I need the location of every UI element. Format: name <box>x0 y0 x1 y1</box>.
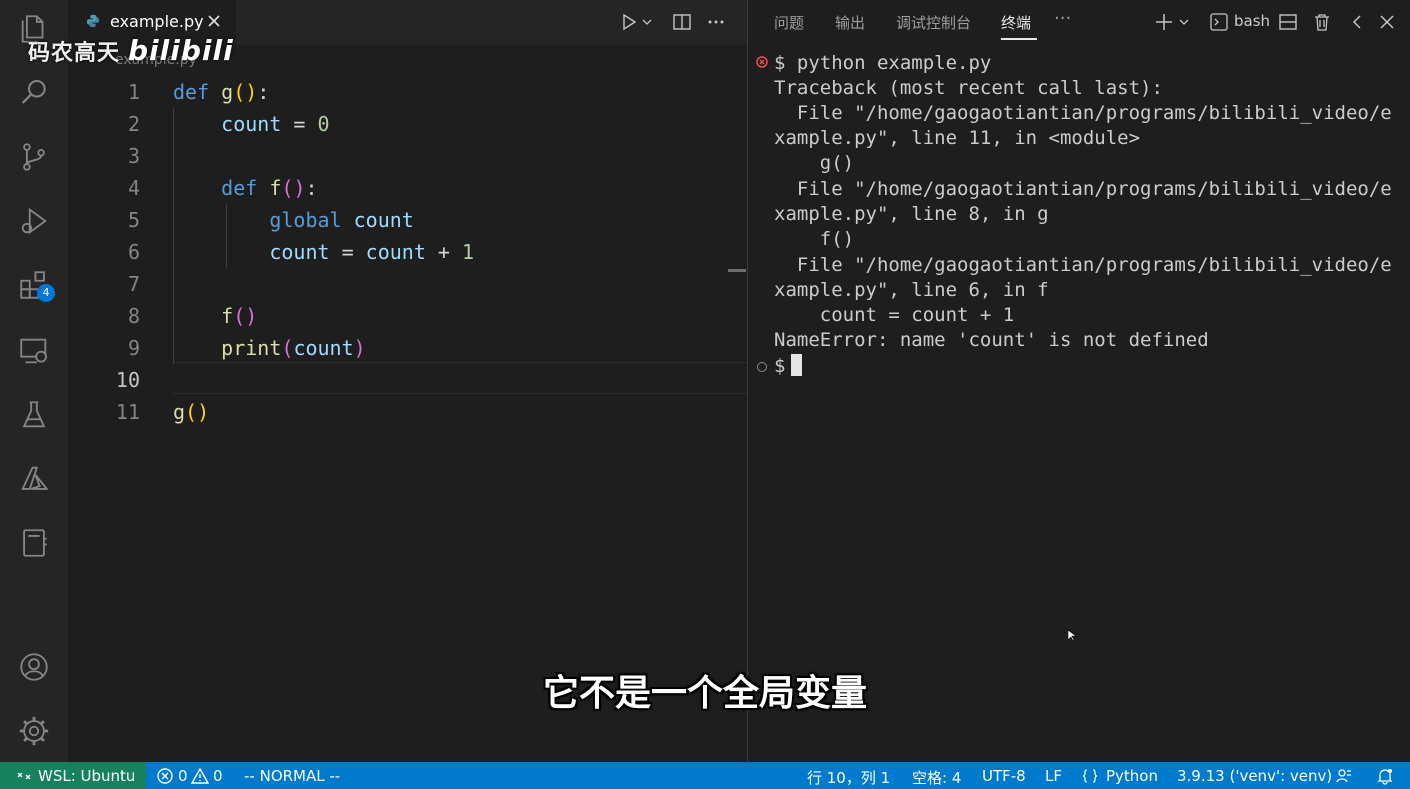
new-terminal-plus-icon[interactable] <box>1153 11 1175 33</box>
terminal-line: f() <box>774 228 855 250</box>
terminal-line: $ python example.py <box>774 52 992 74</box>
line-number: 11 <box>115 400 140 424</box>
terminal-shell-icon <box>1210 13 1228 31</box>
line-number: 1 <box>127 80 140 104</box>
more-actions-icon[interactable] <box>705 11 727 33</box>
feedback-icon[interactable] <box>1335 767 1353 785</box>
split-editor-icon[interactable] <box>671 11 693 33</box>
cursor-position[interactable]: 行 10，列 1 <box>807 767 890 788</box>
notifications-bell-icon[interactable] <box>1376 767 1394 785</box>
tab-close-icon[interactable] <box>204 11 224 31</box>
terminal-line: xample.py", line 8, in g <box>774 203 1049 225</box>
code-line-2: count = 0 <box>221 112 330 136</box>
warning-count[interactable]: 0 <box>213 767 223 785</box>
close-panel-icon[interactable] <box>1376 11 1398 33</box>
line-number: 4 <box>127 176 140 200</box>
terminal-line: xample.py", line 11, in <module> <box>774 127 1141 149</box>
terminal-line: Traceback (most recent call last): <box>774 77 1163 99</box>
terminal-line: NameError: name 'count' is not defined <box>774 329 1209 351</box>
notebook-icon[interactable] <box>17 526 51 560</box>
activity-bar: 4 <box>0 0 68 762</box>
terminal-line: File "/home/gaogaotiantian/programs/bili… <box>774 254 1392 276</box>
overview-ruler-marker <box>728 269 746 272</box>
terminal-panel: 问题 输出 调试控制台 终端 ··· bash $ python example… <box>748 0 1410 762</box>
line-number: 5 <box>127 208 140 232</box>
tab-problems[interactable]: 问题 <box>774 12 804 33</box>
code-line-4: def f(): <box>221 176 318 200</box>
kill-terminal-trash-icon[interactable] <box>1311 11 1333 33</box>
video-watermark: 码农高天 bilibili <box>28 34 234 67</box>
line-number: 3 <box>127 144 140 168</box>
python-file-icon <box>86 14 100 28</box>
code-line-9: print(count) <box>221 336 366 360</box>
file-encoding[interactable]: UTF-8 <box>982 767 1026 785</box>
run-python-file-icon[interactable] <box>618 11 640 33</box>
mouse-pointer-icon <box>1068 630 1076 642</box>
extensions-icon[interactable]: 4 <box>17 268 55 302</box>
terminal-dropdown-chevron-icon[interactable] <box>1177 11 1191 33</box>
video-subtitle: 它不是一个全局变量 <box>542 673 867 714</box>
command-decoration-icon[interactable] <box>757 362 767 372</box>
extensions-badge: 4 <box>37 284 55 302</box>
editor-group: example.py example.py 1 2 3 4 5 6 7 8 9 … <box>68 0 747 762</box>
command-error-decoration-icon[interactable] <box>756 56 768 68</box>
settings-gear-icon[interactable] <box>17 714 51 748</box>
terminal-prompt: $ <box>774 355 786 377</box>
line-number: 8 <box>127 304 140 328</box>
code-line-1: def g(): <box>173 80 270 104</box>
tab-label: example.py <box>110 12 204 31</box>
language-braces-icon[interactable] <box>1081 767 1099 785</box>
python-interpreter[interactable]: 3.9.13 ('venv': venv) <box>1177 767 1332 785</box>
current-line-highlight <box>173 362 747 394</box>
warning-icon[interactable] <box>191 767 209 785</box>
split-terminal-icon[interactable] <box>1277 11 1299 33</box>
line-number: 9 <box>127 336 140 360</box>
error-icon[interactable] <box>156 767 174 785</box>
active-tab-indicator <box>1001 38 1037 40</box>
code-line-5: global count <box>269 208 414 232</box>
line-number: 2 <box>127 112 140 136</box>
tab-debug-console[interactable]: 调试控制台 <box>896 12 971 33</box>
remote-explorer-icon[interactable] <box>17 334 51 368</box>
terminal-line: count = count + 1 <box>774 304 1015 326</box>
code-line-6: count = count + 1 <box>269 240 475 264</box>
line-number-current: 10 <box>115 368 140 392</box>
terminal-line: File "/home/gaogaotiantian/programs/bili… <box>774 102 1392 124</box>
language-mode[interactable]: Python <box>1106 767 1158 785</box>
error-count[interactable]: 0 <box>178 767 188 785</box>
indentation[interactable]: 空格: 4 <box>912 767 961 788</box>
azure-icon[interactable] <box>17 462 51 496</box>
vim-mode: -- NORMAL -- <box>244 767 341 785</box>
run-dropdown-chevron-icon[interactable] <box>640 11 654 33</box>
source-control-icon[interactable] <box>17 140 51 174</box>
terminal-cursor <box>791 354 803 376</box>
remote-label: WSL: Ubuntu <box>38 767 136 785</box>
code-line-11: g() <box>173 400 210 424</box>
search-icon[interactable] <box>17 76 51 110</box>
terminal-prompt-line: $ <box>774 354 803 379</box>
terminal-shell-label[interactable]: bash <box>1234 12 1270 30</box>
panel-more-icon[interactable]: ··· <box>1054 8 1071 29</box>
code-line-8: f() <box>221 304 258 328</box>
terminal-line: g() <box>774 152 855 174</box>
status-bar: WSL: Ubuntu 0 0 -- NORMAL -- 行 10，列 1 空格… <box>0 762 1410 789</box>
tab-terminal[interactable]: 终端 <box>1001 12 1031 33</box>
tab-output[interactable]: 输出 <box>835 12 865 33</box>
line-number: 6 <box>127 240 140 264</box>
run-debug-icon[interactable] <box>17 204 51 238</box>
remote-indicator[interactable]: WSL: Ubuntu <box>0 762 146 789</box>
terminal-line: File "/home/gaogaotiantian/programs/bili… <box>774 178 1392 200</box>
line-number: 7 <box>127 272 140 296</box>
testing-icon[interactable] <box>17 398 51 432</box>
terminal-line: xample.py", line 6, in f <box>774 279 1049 301</box>
panel-collapse-chevron-icon[interactable] <box>1347 11 1369 33</box>
remote-connection-icon <box>17 772 31 780</box>
end-of-line[interactable]: LF <box>1045 767 1062 785</box>
